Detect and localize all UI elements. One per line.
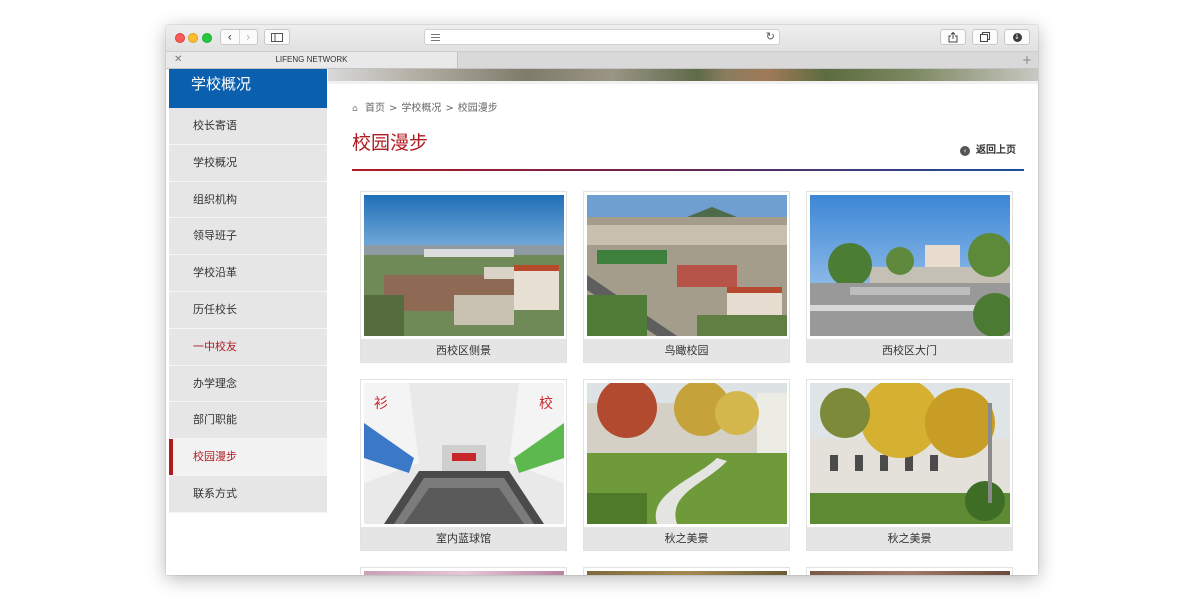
campus-photo[interactable] xyxy=(810,383,1010,524)
gallery-caption[interactable]: 鸟瞰校园 xyxy=(584,339,789,362)
gallery-item[interactable]: 西校区侧景 xyxy=(360,191,567,363)
gallery-item[interactable]: 秋之美景 xyxy=(583,379,790,551)
gallery-caption[interactable]: 秋之美景 xyxy=(807,527,1012,550)
nav-button-group: ‹ › xyxy=(220,29,258,45)
campus-photo[interactable] xyxy=(587,383,787,524)
tab-bar: ✕ LIFENG NETWORK + xyxy=(166,52,1038,69)
sidebar-item-past-principals[interactable]: 历任校长 xyxy=(169,292,327,329)
gallery-item-partial[interactable] xyxy=(806,567,1013,575)
gallery-caption[interactable]: 西校区大门 xyxy=(807,339,1012,362)
back-button-label: 返回上页 xyxy=(976,145,1016,156)
close-window-button[interactable] xyxy=(175,33,185,43)
sidebar-menu: 校长寄语 学校概况 组织机构 领导班子 学校沿革 历任校长 一中校友 办学理念 … xyxy=(169,108,327,513)
download-icon: ↓ xyxy=(1012,32,1022,42)
left-sidebar: 学校概况 校长寄语 学校概况 组织机构 领导班子 学校沿革 历任校长 一中校友 … xyxy=(169,69,327,513)
browser-toolbar: ‹ › ↻ ↓ xyxy=(166,25,1038,52)
campus-photo[interactable]: 衫 校 xyxy=(364,383,564,524)
sidebar-item-organization[interactable]: 组织机构 xyxy=(169,182,327,219)
tab-lifeng[interactable]: ✕ LIFENG NETWORK xyxy=(166,52,458,68)
address-bar[interactable]: ↻ xyxy=(424,29,780,45)
new-tab-icon[interactable]: + xyxy=(1022,52,1032,68)
breadcrumb-section-link[interactable]: 学校概况 xyxy=(401,103,441,114)
tab-title: LIFENG NETWORK xyxy=(275,55,348,64)
breadcrumb-separator: > xyxy=(389,103,398,114)
share-button[interactable] xyxy=(940,29,966,45)
show-tabs-button[interactable] xyxy=(972,29,998,45)
home-icon: ⌂ xyxy=(352,104,358,114)
back-icon[interactable]: ‹ xyxy=(221,30,239,44)
breadcrumb-home-link[interactable]: 首页 xyxy=(365,103,385,114)
chevron-left-icon: ‹ xyxy=(960,146,970,156)
gallery-item-partial[interactable] xyxy=(360,567,567,575)
breadcrumb-current: 校园漫步 xyxy=(457,103,498,114)
page-viewport: 学校概况 校长寄语 学校概况 组织机构 领导班子 学校沿革 历任校长 一中校友 … xyxy=(166,69,1038,575)
back-button[interactable]: ‹ 返回上页 xyxy=(960,144,1016,158)
campus-photo[interactable] xyxy=(364,571,564,575)
sidebar-item-history[interactable]: 学校沿革 xyxy=(169,255,327,292)
reload-icon[interactable]: ↻ xyxy=(766,30,775,44)
share-icon xyxy=(948,31,958,42)
sidebar-item-alumni[interactable]: 一中校友 xyxy=(169,329,327,366)
sidebar-item-school-overview[interactable]: 学校概况 xyxy=(169,145,327,182)
sidebar-item-leadership[interactable]: 领导班子 xyxy=(169,218,327,256)
sidebar-item-principal-message[interactable]: 校长寄语 xyxy=(169,108,327,145)
breadcrumb-separator: > xyxy=(445,103,454,114)
campus-photo[interactable] xyxy=(587,571,787,575)
forward-icon[interactable]: › xyxy=(238,30,258,44)
header-banner-image xyxy=(328,69,1038,84)
sidebar-item-contact[interactable]: 联系方式 xyxy=(169,476,327,513)
title-divider xyxy=(352,169,1024,171)
svg-text:校: 校 xyxy=(539,395,553,412)
sidebar-item-philosophy[interactable]: 办学理念 xyxy=(169,366,327,403)
page-title: 校园漫步 xyxy=(352,132,429,154)
sidebar-title: 学校概况 xyxy=(169,69,327,108)
sidebar-icon xyxy=(271,32,283,42)
browser-window: ‹ › ↻ ↓ ✕ LIFENG NETWORK + 学校概况 校长寄语 学校概… xyxy=(166,25,1038,575)
gallery-item-partial[interactable] xyxy=(583,567,790,575)
tabs-icon xyxy=(980,32,990,42)
gallery-item[interactable]: 秋之美景 xyxy=(806,379,1013,551)
gallery-caption[interactable]: 室内蓝球馆 xyxy=(361,527,566,550)
reader-icon[interactable] xyxy=(431,34,440,43)
gallery-caption[interactable]: 秋之美景 xyxy=(584,527,789,550)
campus-photo[interactable] xyxy=(810,195,1010,336)
svg-text:衫: 衫 xyxy=(374,396,388,412)
gallery-item[interactable]: 西校区大门 xyxy=(806,191,1013,363)
gallery-item[interactable]: 鸟瞰校园 xyxy=(583,191,790,363)
zoom-window-button[interactable] xyxy=(202,33,212,43)
minimize-window-button[interactable] xyxy=(188,33,198,43)
sidebar-item-departments[interactable]: 部门职能 xyxy=(169,402,327,440)
gallery-item[interactable]: 衫 校 室内蓝球馆 xyxy=(360,379,567,551)
campus-photo[interactable] xyxy=(810,571,1010,575)
breadcrumb: ⌂ 首页 > 学校概况 > 校园漫步 xyxy=(352,102,498,116)
downloads-button[interactable]: ↓ xyxy=(1004,29,1030,45)
sidebar-toggle-button[interactable] xyxy=(264,29,290,45)
gallery-caption[interactable]: 西校区侧景 xyxy=(361,339,566,362)
sidebar-item-campus-walk[interactable]: 校园漫步 xyxy=(169,439,327,476)
campus-photo[interactable] xyxy=(364,195,564,336)
campus-photo[interactable] xyxy=(587,195,787,336)
